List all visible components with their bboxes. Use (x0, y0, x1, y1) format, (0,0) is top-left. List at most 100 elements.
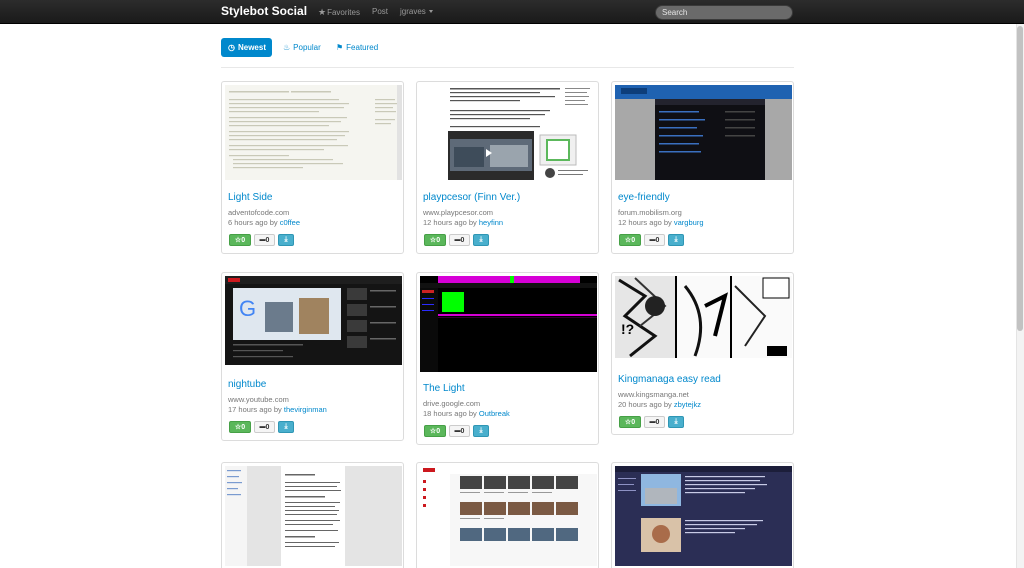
tab-featured-label: Featured (346, 43, 379, 52)
download-icon: ⤓ (674, 418, 678, 425)
style-author-link[interactable]: heyfinn (479, 218, 503, 227)
style-screenshot[interactable] (615, 85, 792, 180)
favorite-button[interactable]: ☆ 0 (619, 234, 641, 246)
favorite-button[interactable]: ☆ 0 (229, 234, 251, 246)
download-icon: ⤓ (674, 236, 678, 243)
favorite-count: 0 (436, 236, 441, 244)
top-navbar: Stylebot Social ★Favorites Post jgraves (0, 0, 1024, 24)
style-card (611, 462, 794, 568)
tag-icon: ⚑ (336, 43, 344, 52)
style-time: 12 hours ago by (618, 218, 672, 227)
style-title-link[interactable]: Light Side (228, 192, 272, 203)
comments-button[interactable]: ▬ 0 (449, 234, 470, 246)
style-time: 12 hours ago by (423, 218, 477, 227)
tabs-divider (221, 67, 794, 68)
nav-post-link[interactable]: Post (372, 7, 388, 16)
style-card (221, 462, 404, 568)
style-card (416, 462, 599, 568)
comment-count: 0 (265, 423, 270, 431)
style-meta: 20 hours ago by zbytejkz (618, 400, 701, 409)
comments-button[interactable]: ▬ 0 (254, 421, 275, 433)
style-card: Light Side adventofcode.com 6 hours ago … (221, 81, 404, 254)
clock-icon: ◷ (228, 43, 235, 52)
favorite-button[interactable]: ☆ 0 (424, 234, 446, 246)
style-time: 17 hours ago by (228, 405, 282, 414)
style-title-link[interactable]: The Light (423, 383, 465, 394)
user-menu-dropdown[interactable]: jgraves (400, 7, 433, 16)
tab-popular[interactable]: ♨ Popular (276, 38, 328, 57)
comment-count: 0 (655, 418, 660, 426)
brand-logo[interactable]: Stylebot Social (221, 4, 307, 18)
style-screenshot[interactable] (420, 85, 597, 180)
style-card: playpcesor (Finn Ver.) www.playpcesor.co… (416, 81, 599, 254)
style-site: www.playpcesor.com (423, 208, 494, 217)
comments-button[interactable]: ▬ 0 (644, 416, 665, 428)
style-meta: 18 hours ago by Outbreak (423, 409, 510, 418)
style-card: The Light drive.google.com 18 hours ago … (416, 272, 599, 445)
tab-newest[interactable]: ◷ Newest (221, 38, 272, 57)
style-card: !? Kingmanaga easy read www.kingsmanga.n… (611, 272, 794, 435)
style-time: 6 hours ago by (228, 218, 278, 227)
tab-featured[interactable]: ⚑ Featured (329, 38, 385, 57)
comments-button[interactable]: ▬ 0 (644, 234, 665, 246)
download-icon: ⤓ (479, 427, 483, 434)
install-button[interactable]: ⤓ (473, 425, 489, 437)
install-button[interactable]: ⤓ (668, 234, 684, 246)
style-title-link[interactable]: playpcesor (Finn Ver.) (423, 192, 520, 203)
style-author-link[interactable]: vargburg (674, 218, 704, 227)
svg-text:G: G (239, 296, 256, 321)
style-meta: 17 hours ago by thevirginman (228, 405, 327, 414)
style-author-link[interactable]: thevirginman (284, 405, 327, 414)
comments-button[interactable]: ▬ 0 (449, 425, 470, 437)
download-icon: ⤓ (284, 423, 288, 430)
user-menu-label: jgraves (400, 7, 426, 16)
style-screenshot[interactable] (225, 85, 402, 180)
favorite-button[interactable]: ☆ 0 (229, 421, 251, 433)
tab-newest-label: Newest (237, 43, 266, 52)
style-meta: 12 hours ago by heyfinn (423, 218, 503, 227)
search-input[interactable] (655, 5, 793, 20)
comment-count: 0 (460, 427, 465, 435)
favorite-count: 0 (631, 236, 636, 244)
favorite-count: 0 (631, 418, 636, 426)
install-button[interactable]: ⤓ (278, 421, 294, 433)
style-title-link[interactable]: nightube (228, 379, 266, 390)
style-author-link[interactable]: Outbreak (479, 409, 510, 418)
favorite-count: 0 (436, 427, 441, 435)
style-screenshot[interactable] (420, 276, 597, 372)
comments-button[interactable]: ▬ 0 (254, 234, 275, 246)
style-title-link[interactable]: eye-friendly (618, 192, 670, 203)
style-screenshot[interactable] (615, 466, 792, 566)
tab-popular-label: Popular (293, 43, 321, 52)
style-site: forum.mobilism.org (618, 208, 682, 217)
nav-favorites-link[interactable]: ★Favorites (318, 7, 360, 18)
style-title-link[interactable]: Kingmanaga easy read (618, 374, 721, 385)
install-button[interactable]: ⤓ (668, 416, 684, 428)
comment-count: 0 (655, 236, 660, 244)
install-button[interactable]: ⤓ (473, 234, 489, 246)
favorite-button[interactable]: ☆ 0 (619, 416, 641, 428)
download-icon: ⤓ (284, 236, 288, 243)
style-screenshot[interactable]: G (225, 276, 402, 365)
style-author-link[interactable]: zbytejkz (674, 400, 701, 409)
scrollbar-thumb[interactable] (1017, 26, 1023, 331)
style-site: www.youtube.com (228, 395, 289, 404)
style-card: eye-friendly forum.mobilism.org 12 hours… (611, 81, 794, 254)
install-button[interactable]: ⤓ (278, 234, 294, 246)
style-site: drive.google.com (423, 399, 481, 408)
style-screenshot[interactable] (420, 466, 597, 566)
comment-count: 0 (265, 236, 270, 244)
favorite-count: 0 (241, 236, 246, 244)
style-site: adventofcode.com (228, 208, 290, 217)
style-screenshot[interactable]: !? (615, 276, 792, 358)
style-author-link[interactable]: c0ffee (280, 218, 300, 227)
star-icon: ★ (318, 7, 327, 17)
favorite-button[interactable]: ☆ 0 (424, 425, 446, 437)
style-time: 20 hours ago by (618, 400, 672, 409)
style-card: G nightube www.youtube.com 17 hours ago … (221, 272, 404, 441)
svg-text:!?: !? (621, 321, 634, 337)
favorite-count: 0 (241, 423, 246, 431)
style-screenshot[interactable] (225, 466, 402, 566)
style-meta: 12 hours ago by vargburg (618, 218, 704, 227)
style-site: www.kingsmanga.net (618, 390, 689, 399)
